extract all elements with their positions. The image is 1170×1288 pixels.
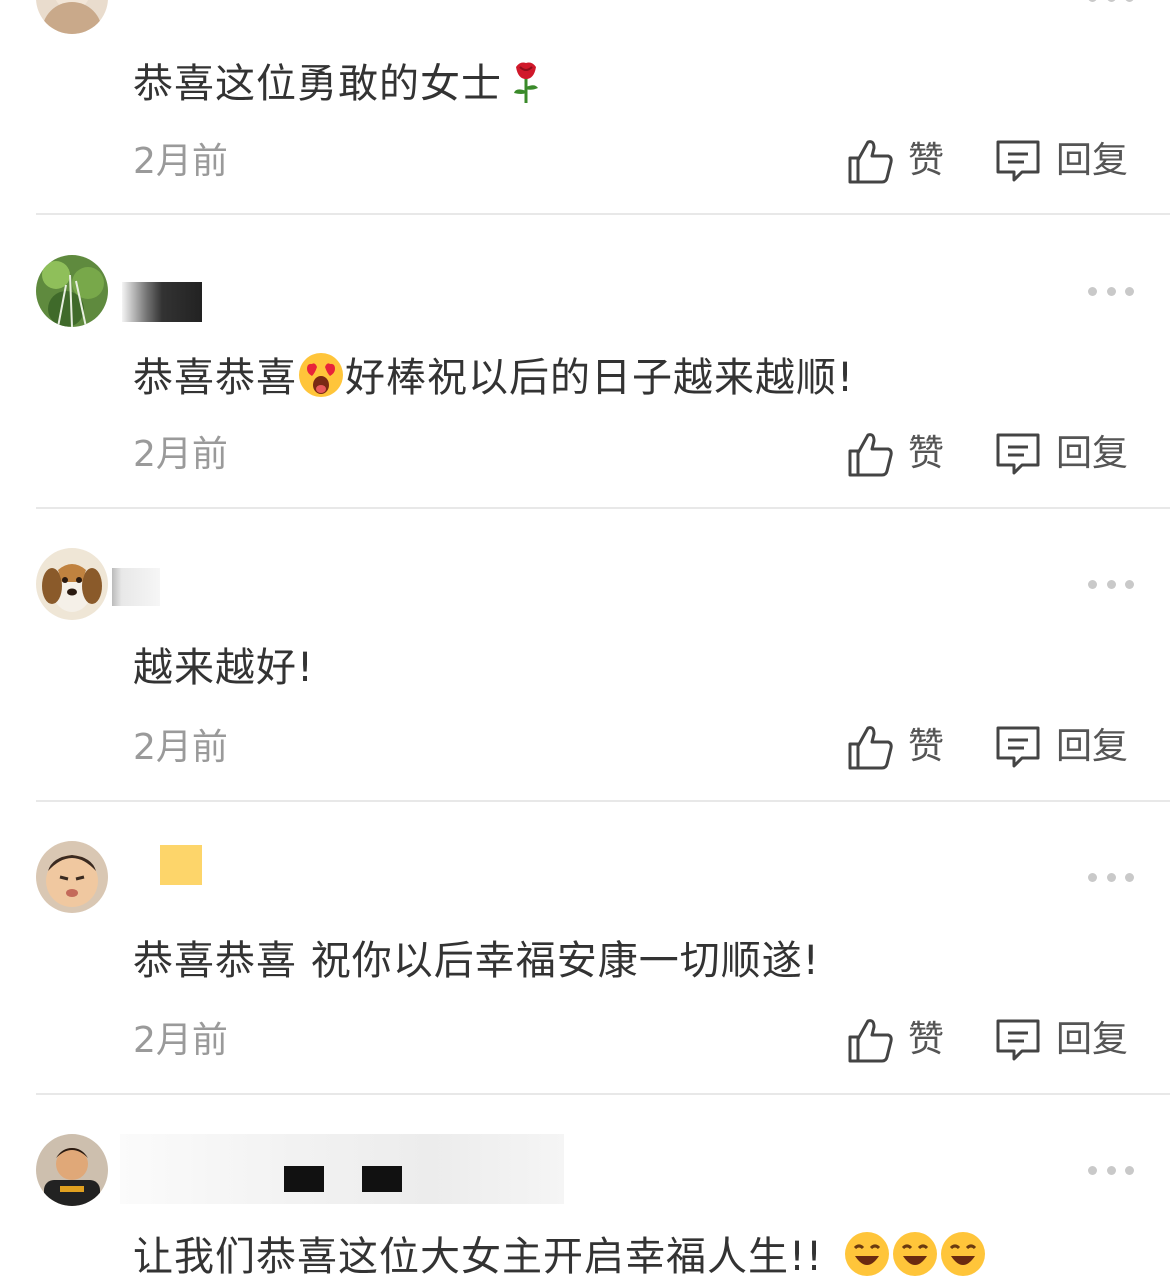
thumbs-up-icon (848, 726, 893, 770)
comment-bubble-icon (996, 726, 1040, 768)
like-button[interactable]: 赞 (846, 724, 944, 770)
comment-bubble-icon (996, 1019, 1040, 1061)
reply-button[interactable]: 回复 (994, 1017, 1128, 1063)
reply-label: 回复 (1056, 140, 1129, 181)
more-options-icon[interactable] (1088, 0, 1134, 2)
reply-label: 回复 (1056, 726, 1129, 767)
comment-bubble-icon (996, 433, 1040, 475)
thumbs-up-icon (848, 1019, 893, 1063)
avatar[interactable] (36, 255, 108, 327)
username-redacted (160, 845, 202, 885)
laughing-emoji (939, 1230, 987, 1278)
more-options-icon[interactable] (1088, 579, 1134, 589)
reply-label: 回复 (1056, 1019, 1129, 1060)
comment-actions: 赞 回复 (846, 138, 1128, 184)
avatar[interactable] (36, 548, 108, 620)
more-options-icon[interactable] (1088, 1165, 1134, 1175)
avatar[interactable] (36, 0, 108, 34)
avatar[interactable] (36, 1134, 108, 1206)
comment-actions: 赞 回复 (846, 431, 1128, 477)
like-label: 赞 (908, 433, 945, 474)
laughing-emoji (891, 1230, 939, 1278)
like-button[interactable]: 赞 (846, 431, 944, 477)
comment-item: 越来越好! 2月前 赞 回复 (0, 508, 1170, 802)
laughing-emoji (843, 1230, 891, 1278)
comment-item: 恭喜这位勇敢的女士 2月前 赞 回复 (0, 0, 1170, 215)
comment-item: 让我们恭喜这位大女主开启幸福人生!! (0, 1094, 1170, 1288)
rose-icon (502, 57, 550, 105)
comment-time: 2月前 (133, 434, 228, 475)
username-redacted (120, 1134, 564, 1204)
like-label: 赞 (908, 1019, 945, 1060)
comment-item: 恭喜恭喜 好棒祝以后的日子越来越顺! 2月前 赞 回复 (0, 215, 1170, 509)
comment-text: 恭喜恭喜 祝你以后幸福安康一切顺遂! (133, 938, 820, 984)
thumbs-up-icon (848, 433, 893, 477)
reply-button[interactable]: 回复 (994, 431, 1128, 477)
comment-item: 恭喜恭喜 祝你以后幸福安康一切顺遂! 2月前 赞 回复 (0, 801, 1170, 1095)
thumbs-up-icon (848, 140, 893, 184)
like-button[interactable]: 赞 (846, 138, 944, 184)
username-redacted (122, 282, 202, 322)
comment-text: 恭喜这位勇敢的女士 (133, 57, 550, 108)
more-options-icon[interactable] (1088, 872, 1134, 882)
heart-eyes-emoji (297, 351, 345, 399)
comment-actions: 赞 回复 (846, 1017, 1128, 1063)
like-label: 赞 (908, 140, 945, 181)
avatar[interactable] (36, 841, 108, 913)
comment-actions: 赞 回复 (846, 724, 1128, 770)
username-redacted-block (362, 1166, 402, 1192)
comment-time: 2月前 (133, 727, 228, 768)
comment-text: 恭喜恭喜 好棒祝以后的日子越来越顺! (133, 351, 854, 402)
username-redacted-block (284, 1166, 324, 1192)
reply-button[interactable]: 回复 (994, 724, 1128, 770)
reply-button[interactable]: 回复 (994, 138, 1128, 184)
like-label: 赞 (908, 726, 945, 767)
like-button[interactable]: 赞 (846, 1017, 944, 1063)
comment-time: 2月前 (133, 141, 228, 182)
reply-label: 回复 (1056, 433, 1129, 474)
comment-text: 让我们恭喜这位大女主开启幸福人生!! (133, 1230, 987, 1281)
comment-text: 越来越好! (133, 645, 315, 691)
comment-bubble-icon (996, 140, 1040, 182)
more-options-icon[interactable] (1088, 286, 1134, 296)
comment-time: 2月前 (133, 1020, 228, 1061)
username-redacted (112, 568, 160, 606)
